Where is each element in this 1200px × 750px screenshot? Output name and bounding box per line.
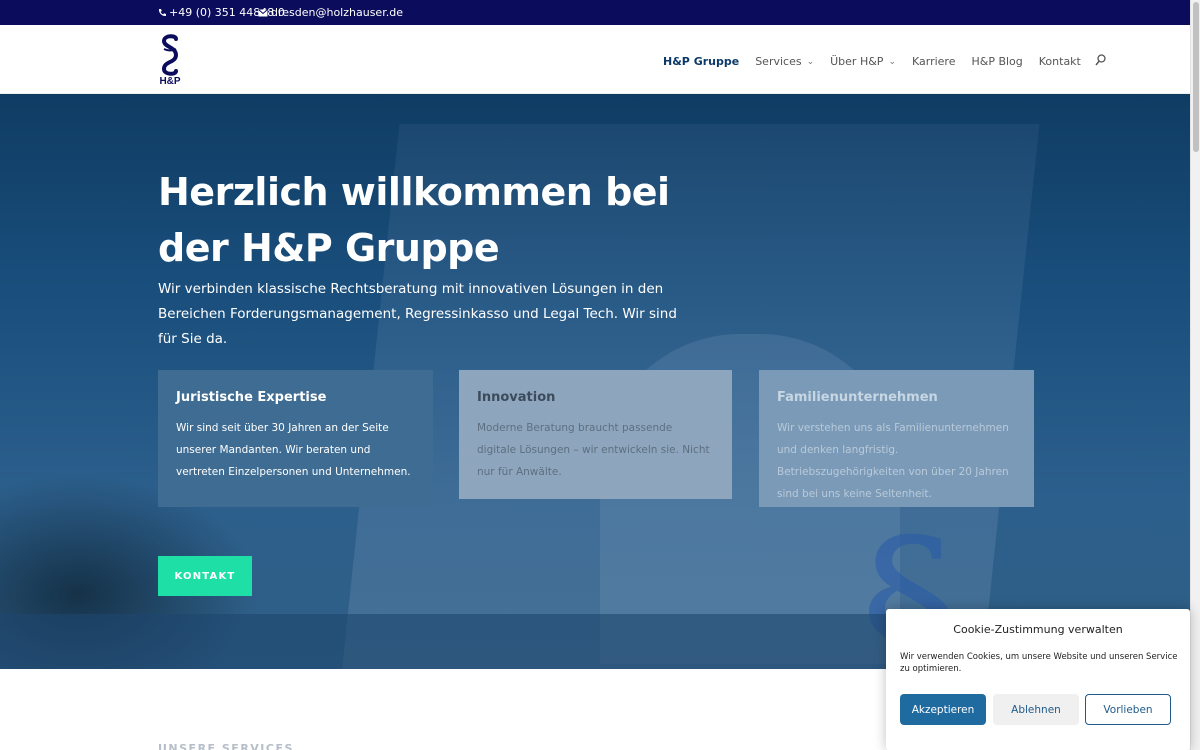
cookie-preferences-button[interactable]: Vorlieben	[1085, 694, 1171, 725]
cookie-consent-banner: Cookie-Zustimmung verwalten Wir verwende…	[886, 609, 1190, 750]
cookie-text: Wir verwenden Cookies, um unsere Website…	[900, 652, 1178, 674]
hero-title: Herzlich willkommen bei der H&P Gruppe	[158, 170, 670, 270]
main-nav: H&P Gruppe Services ⌄ Über H&P ⌄ Karrier…	[663, 54, 1106, 69]
nav-item-label: H&P Gruppe	[663, 55, 740, 68]
envelope-icon	[258, 8, 268, 17]
email-address: dresden@holzhauser.de	[271, 6, 403, 19]
nav-item-hp-blog[interactable]: H&P Blog	[971, 55, 1022, 68]
nav-item-karriere[interactable]: Karriere	[912, 55, 955, 68]
deny-cookies-button[interactable]: Ablehnen	[993, 694, 1079, 725]
nav-item-ueber-hp[interactable]: Über H&P ⌄	[830, 55, 896, 68]
hero-lead: Wir verbinden klassische Rechtsberatung …	[158, 281, 677, 347]
site-header: H&P H&P Gruppe Services ⌄ Über H&P ⌄ Kar…	[0, 25, 1190, 94]
nav-item-label: Services	[755, 55, 802, 68]
nav-item-label: H&P Blog	[971, 55, 1023, 68]
page-scrollbar[interactable]	[1190, 0, 1200, 750]
top-bar: +49 (0) 351 44848 0 dresden@holzhauser.d…	[0, 0, 1190, 25]
accept-cookies-button[interactable]: Akzeptieren	[900, 694, 986, 725]
card-title: Innovation	[477, 390, 556, 405]
card-text: Wir sind seit über 30 Jahren an der Seit…	[176, 422, 411, 478]
nav-item-label: Karriere	[911, 55, 956, 68]
contact-button[interactable]: KONTAKT	[158, 556, 252, 596]
card-text: Wir verstehen uns als Familienunternehme…	[777, 422, 1009, 500]
nav-item-label: Kontakt	[1038, 55, 1081, 68]
logo[interactable]: H&P	[158, 33, 182, 89]
scrollbar-thumb[interactable]	[1193, 2, 1199, 152]
nav-item-kontakt[interactable]: Kontakt	[1039, 55, 1081, 68]
chevron-down-icon: ⌄	[806, 56, 815, 67]
nav-item-label: Über H&P	[830, 55, 884, 68]
feature-card-expertise: Juristische Expertise Wir sind seit über…	[158, 370, 433, 507]
card-title: Juristische Expertise	[176, 390, 327, 405]
card-title: Familienunternehmen	[777, 390, 938, 405]
email-contact[interactable]: dresden@holzhauser.de	[258, 6, 403, 19]
feature-card-family: Familienunternehmen Wir verstehen uns al…	[759, 370, 1034, 507]
search-icon[interactable]	[1095, 54, 1106, 69]
phone-icon	[158, 8, 166, 17]
paragraph-logo-icon	[161, 34, 179, 76]
hero-section: § Herzlich willkommen bei der H&P Gruppe…	[0, 94, 1190, 669]
logo-text: H&P	[159, 76, 181, 87]
feature-card-innovation: Innovation Moderne Beratung braucht pass…	[459, 370, 732, 499]
chevron-down-icon: ⌄	[888, 56, 896, 67]
nav-item-services[interactable]: Services ⌄	[755, 55, 814, 68]
nav-item-hp-gruppe[interactable]: H&P Gruppe	[663, 55, 739, 68]
cookie-title: Cookie-Zustimmung verwalten	[953, 623, 1123, 636]
card-text: Moderne Beratung braucht passende digita…	[477, 422, 710, 478]
services-section-label: UNSERE SERVICES	[158, 742, 294, 750]
